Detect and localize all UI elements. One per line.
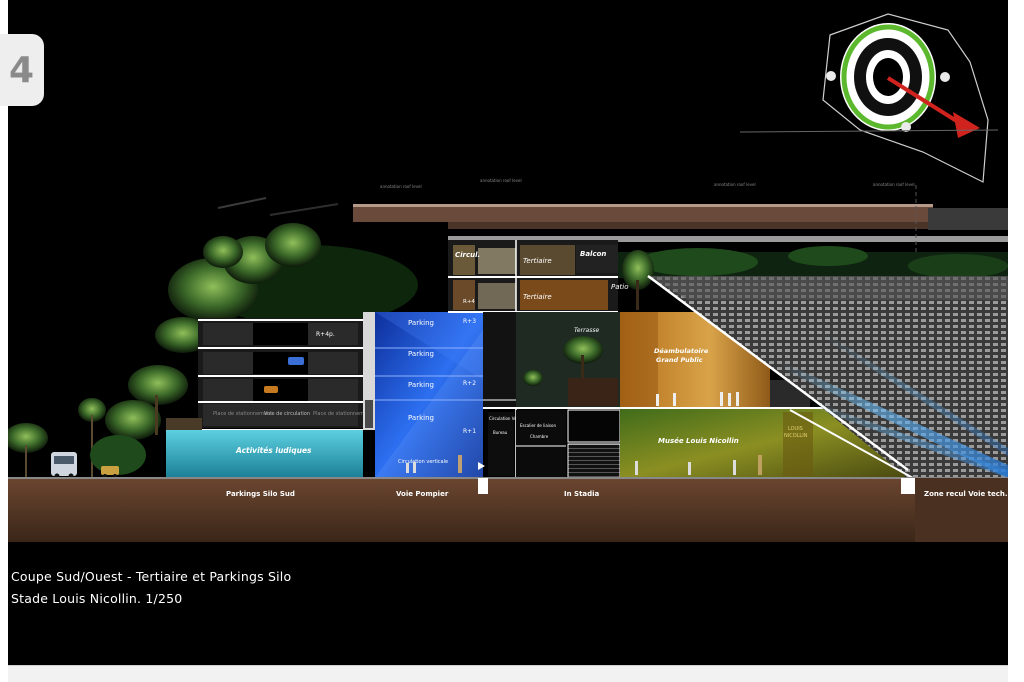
section-drawing: annotation roof level annotation roof le… bbox=[8, 13, 1008, 542]
level-r4p-label: R+4p. bbox=[316, 331, 335, 338]
blue-parking-block: Parking Parking Parking Parking R+3 R+2 … bbox=[375, 312, 485, 478]
svg-text:annotation roof level: annotation roof level bbox=[480, 178, 522, 183]
level-r3-label: R+3 bbox=[463, 318, 476, 325]
patio-label: Patio bbox=[611, 283, 628, 291]
parking-label-3: Parking bbox=[408, 381, 434, 389]
circulation-verticale-label: Circulation verticale bbox=[398, 459, 448, 465]
svg-text:annotation roof level: annotation roof level bbox=[380, 184, 422, 189]
escalier-label: Escalier de liaison bbox=[520, 423, 556, 428]
chambre-label: Chambre bbox=[530, 434, 549, 439]
parking-label-4: Parking bbox=[408, 414, 434, 422]
side-sign-2: NICOLLIN bbox=[784, 433, 808, 439]
caption-title: Coupe Sud/Ouest - Tertiaire et Parkings … bbox=[11, 569, 292, 584]
parking-label-2: Parking bbox=[408, 350, 434, 358]
svg-text:annotation roof level: annotation roof level bbox=[714, 182, 756, 187]
caption-subtitle: Stade Louis Nicollin. 1/250 bbox=[11, 591, 183, 606]
bottom-strip bbox=[8, 665, 1008, 682]
level-r2-label: R+2 bbox=[463, 380, 476, 387]
balcon-label: Balcon bbox=[580, 250, 606, 258]
deambulatoire-label: Déambulatoire bbox=[654, 347, 709, 355]
page-number-badge: 4 bbox=[0, 34, 44, 106]
tertiaire-top-label: Tertiaire bbox=[523, 257, 552, 265]
grand-public-label: Grand Public bbox=[656, 356, 703, 364]
drawing-sheet: annotation roof level annotation roof le… bbox=[8, 0, 1008, 665]
activites-ludiques-label: Activités ludiques bbox=[235, 446, 312, 455]
voie-circulation-label: Voie de circulation bbox=[264, 411, 310, 417]
side-sign-1: LOUIS bbox=[788, 426, 803, 432]
voie-pompier-label: Voie Pompier bbox=[396, 490, 449, 498]
stadium-locator-icon bbox=[822, 13, 989, 183]
parkings-silo-sud-label: Parkings Silo Sud bbox=[226, 490, 295, 498]
ground-strip: Parkings Silo Sud Voie Pompier In Stadia… bbox=[8, 477, 1008, 542]
bus-icon bbox=[51, 452, 77, 479]
in-stadia-label: In Stadia bbox=[564, 490, 600, 498]
musee-label: Musée Louis Nicollin bbox=[658, 437, 739, 445]
circul-label: Circul. bbox=[455, 251, 480, 259]
level-r1-label: R+1 bbox=[463, 428, 476, 435]
tertiaire-mid-label: Tertiaire bbox=[523, 293, 552, 301]
terrasse-label: Terrasse bbox=[574, 327, 599, 334]
zone-recul-label: Zone recul Voie tech. bbox=[924, 490, 1008, 498]
level-r4-label: R+4 bbox=[463, 299, 475, 305]
car-icon bbox=[101, 466, 119, 478]
bureau-label: Bureau bbox=[493, 430, 508, 435]
parking-label-1: Parking bbox=[408, 319, 434, 327]
svg-text:annotation roof level: annotation roof level bbox=[873, 182, 915, 187]
